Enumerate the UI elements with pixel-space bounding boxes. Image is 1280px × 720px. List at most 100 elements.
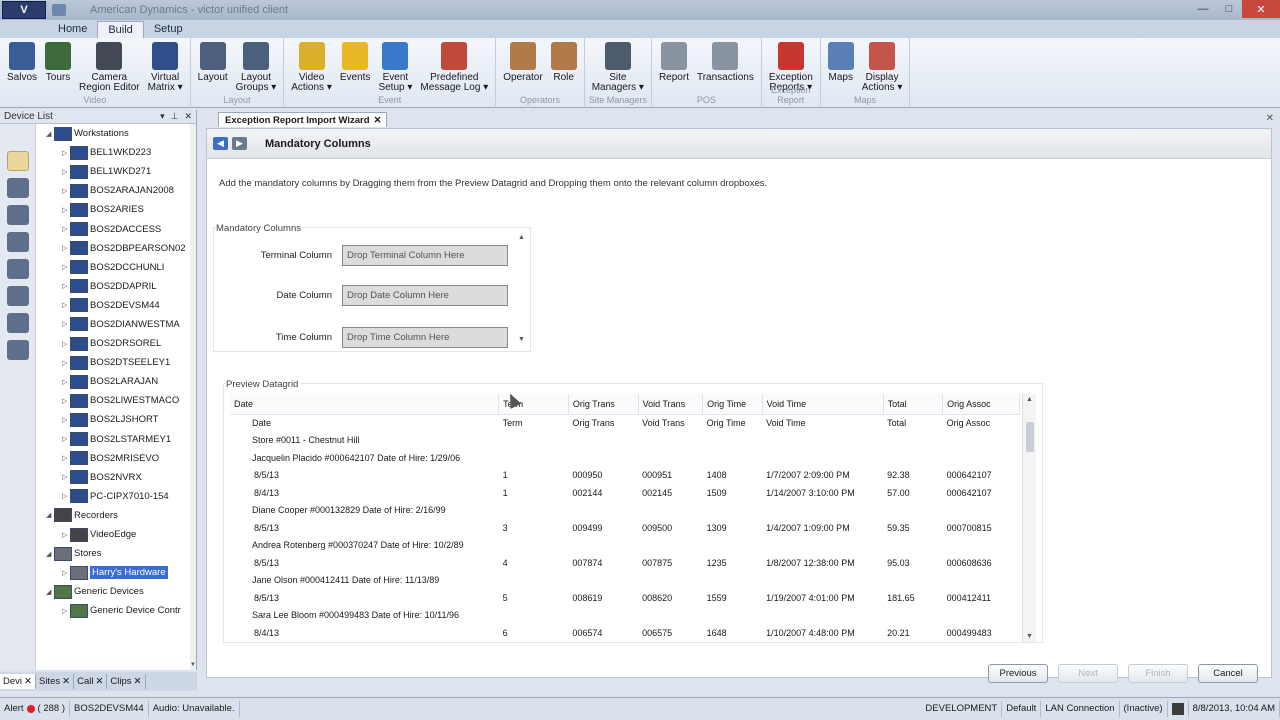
collapse-arrow-icon[interactable]: ◢ — [46, 550, 54, 558]
tree-node-bos2dbpearson02[interactable]: ▷ BOS2DBPEARSON02 — [36, 239, 190, 258]
back-arrow-icon[interactable]: ◀ — [213, 137, 228, 150]
collapse-arrow-icon[interactable]: ◢ — [46, 511, 54, 519]
forward-arrow-icon[interactable]: ▶ — [232, 137, 247, 150]
expand-arrow-icon[interactable]: ▷ — [62, 187, 70, 195]
tree-node-bos2aries[interactable]: ▷ BOS2ARIES — [36, 200, 190, 219]
collapse-arrow-icon[interactable]: ◢ — [46, 130, 54, 138]
tree-node-bos2nvrx[interactable]: ▷ BOS2NVRX — [36, 468, 190, 487]
expand-arrow-icon[interactable]: ▷ — [62, 378, 70, 386]
document-tab-close-icon[interactable]: ✕ — [374, 115, 382, 126]
table-row[interactable]: 8/4/13 6 006574 006575 1648 1/10/2007 4:48:00… — [230, 624, 1020, 642]
expand-arrow-icon[interactable]: ▷ — [62, 569, 70, 577]
next-button[interactable]: Next — [1058, 663, 1118, 683]
panel-tab-sites[interactable]: Sites ✕ — [36, 674, 75, 689]
datagrid-scroll-thumb[interactable] — [1026, 422, 1034, 452]
tree-node-workstations[interactable]: ◢ Workstations — [36, 124, 190, 143]
expand-arrow-icon[interactable]: ▷ — [62, 301, 70, 309]
group-row[interactable]: Sara Lee Bloom #000499483 Date of Hire: … — [230, 607, 1020, 625]
tree-node-generic-devices[interactable]: ◢ Generic Devices — [36, 582, 190, 601]
tree-node-bel1wkd271[interactable]: ▷ BEL1WKD271 — [36, 162, 190, 181]
expand-arrow-icon[interactable]: ▷ — [62, 320, 70, 328]
table-row[interactable]: 8/5/13 5 008619 008620 1559 1/19/2007 4:01:00… — [230, 589, 1020, 607]
column-header-void-time[interactable]: Void Time — [762, 394, 884, 415]
camera-filter-icon[interactable] — [6, 232, 29, 252]
column-header-void-trans[interactable]: Void Trans — [638, 394, 704, 415]
time-column-dropbox[interactable]: Drop Time Column Here — [342, 326, 508, 348]
tree-node-bos2mrisevo[interactable]: ▷ BOS2MRISEVO — [36, 449, 190, 468]
panel-tab-close-icon[interactable]: ✕ — [24, 676, 32, 687]
tree-node-bos2liwestmaco[interactable]: ▷ BOS2LIWESTMACO — [36, 391, 190, 410]
panel-tab-close-icon[interactable]: ✕ — [62, 676, 70, 687]
app-logo[interactable]: V — [2, 1, 46, 19]
maximize-button[interactable]: □ — [1216, 0, 1242, 18]
panel-close-icon[interactable]: ✕ — [184, 111, 192, 122]
finish-button[interactable]: Finish — [1128, 663, 1188, 683]
expand-arrow-icon[interactable]: ▷ — [62, 149, 70, 157]
mandatory-columns-scrollbar[interactable]: ▲ ▼ — [518, 228, 528, 351]
ribbon-tab-build[interactable]: Build — [97, 21, 144, 38]
expand-arrow-icon[interactable]: ▷ — [62, 225, 70, 233]
device-tree-scrollbar[interactable]: ▼ — [190, 124, 196, 670]
tree-node-bos2devsm44[interactable]: ▷ BOS2DEVSM44 — [36, 296, 190, 315]
sensor-filter-icon[interactable] — [6, 286, 29, 306]
dome-filter-icon[interactable] — [6, 259, 29, 279]
table-row[interactable]: 8/5/13 4 007874 007875 1235 1/8/2007 12:38:00… — [230, 554, 1020, 572]
expand-arrow-icon[interactable]: ▷ — [62, 607, 70, 615]
close-all-documents-icon[interactable]: ✕ — [1266, 113, 1274, 124]
previous-button[interactable]: Previous — [988, 663, 1048, 683]
column-header-orig-assoc[interactable]: Orig Assoc — [942, 394, 1020, 415]
collapse-arrow-icon[interactable]: ◢ — [46, 588, 54, 596]
tree-node-bos2daccess[interactable]: ▷ BOS2DACCESS — [36, 219, 190, 238]
expand-arrow-icon[interactable]: ▷ — [62, 168, 70, 176]
expand-arrow-icon[interactable]: ▷ — [62, 397, 70, 405]
panel-pin-icon[interactable]: ⊥ — [171, 111, 179, 122]
panel-tab-close-icon[interactable]: ✕ — [95, 676, 103, 687]
column-header-date[interactable]: Date — [230, 394, 500, 415]
expand-arrow-icon[interactable]: ▷ — [62, 473, 70, 481]
column-header-total[interactable]: Total — [883, 394, 944, 415]
tree-node-bel1wkd223[interactable]: ▷ BEL1WKD223 — [36, 143, 190, 162]
panel-tab-clips[interactable]: Clips ✕ — [107, 674, 146, 689]
expand-arrow-icon[interactable]: ▷ — [62, 263, 70, 271]
tree-node-videoedge[interactable]: ▷ VideoEdge — [36, 525, 190, 544]
expand-arrow-icon[interactable]: ▷ — [62, 492, 70, 500]
register-filter-icon[interactable] — [6, 340, 29, 360]
expand-arrow-icon[interactable]: ▷ — [62, 359, 70, 367]
monitor-filter-icon[interactable] — [6, 178, 29, 198]
column-header-orig-time[interactable]: Orig Time — [702, 394, 763, 415]
expand-arrow-icon[interactable]: ▷ — [62, 206, 70, 214]
date-column-dropbox[interactable]: Drop Date Column Here — [342, 284, 508, 306]
tree-node-bos2ddapril[interactable]: ▷ BOS2DDAPRIL — [36, 277, 190, 296]
wizard-document-tab[interactable]: Exception Report Import Wizard ✕ — [218, 112, 387, 127]
panel-tab-call[interactable]: Call ✕ — [74, 674, 108, 689]
tree-node-pc-cipx7010-154[interactable]: ▷ PC-CIPX7010-154 — [36, 487, 190, 506]
tree-node-bos2dianwestma[interactable]: ▷ BOS2DIANWESTMA — [36, 315, 190, 334]
cancel-button[interactable]: Cancel — [1198, 663, 1258, 683]
minimize-button[interactable]: — — [1190, 0, 1216, 18]
expand-arrow-icon[interactable]: ▷ — [62, 531, 70, 539]
tree-node-bos2lstarmey1[interactable]: ▷ BOS2LSTARMEY1 — [36, 430, 190, 449]
table-row[interactable]: 8/5/13 3 009499 009500 1309 1/4/2007 1:09:00 … — [230, 519, 1020, 537]
column-header-orig-trans[interactable]: Orig Trans — [568, 394, 639, 415]
alert-indicator[interactable]: Alert ( 288 ) — [0, 701, 71, 717]
terminal-column-dropbox[interactable]: Drop Terminal Column Here — [342, 244, 508, 266]
datagrid-scrollbar[interactable]: ▲ ▼ — [1022, 394, 1036, 642]
quick-access-icon[interactable] — [52, 4, 66, 16]
workstation-filter-icon[interactable] — [6, 151, 29, 171]
ribbon-tab-home[interactable]: Home — [48, 21, 97, 38]
tree-node-harry-s-hardware[interactable]: ▷ Harry's Hardware — [36, 563, 190, 582]
group-row[interactable]: Jacquelin Placido #000642107 Date of Hir… — [230, 449, 1020, 467]
panel-tab-close-icon[interactable]: ✕ — [134, 676, 142, 687]
expand-arrow-icon[interactable]: ▷ — [62, 340, 70, 348]
layout-grid-icon-wrap[interactable] — [1168, 701, 1189, 717]
table-row[interactable]: 8/5/13 1 000950 000951 1408 1/7/2007 2:09:00 … — [230, 467, 1020, 485]
store-filter-icon[interactable] — [6, 313, 29, 333]
group-row[interactable]: Diane Cooper #000132829 Date of Hire: 2/… — [230, 502, 1020, 520]
expand-arrow-icon[interactable]: ▷ — [62, 435, 70, 443]
tree-node-generic-device-contr[interactable]: ▷ Generic Device Contr — [36, 601, 190, 620]
panel-tab-devi[interactable]: Devi ✕ — [0, 674, 36, 689]
tree-node-bos2dcchunli[interactable]: ▷ BOS2DCCHUNLI — [36, 258, 190, 277]
table-row[interactable]: Date Term Orig Trans Void Trans Orig Time Voi… — [230, 414, 1020, 432]
ribbon-tab-setup[interactable]: Setup — [144, 21, 193, 38]
tree-node-bos2larajan[interactable]: ▷ BOS2LARAJAN — [36, 372, 190, 391]
